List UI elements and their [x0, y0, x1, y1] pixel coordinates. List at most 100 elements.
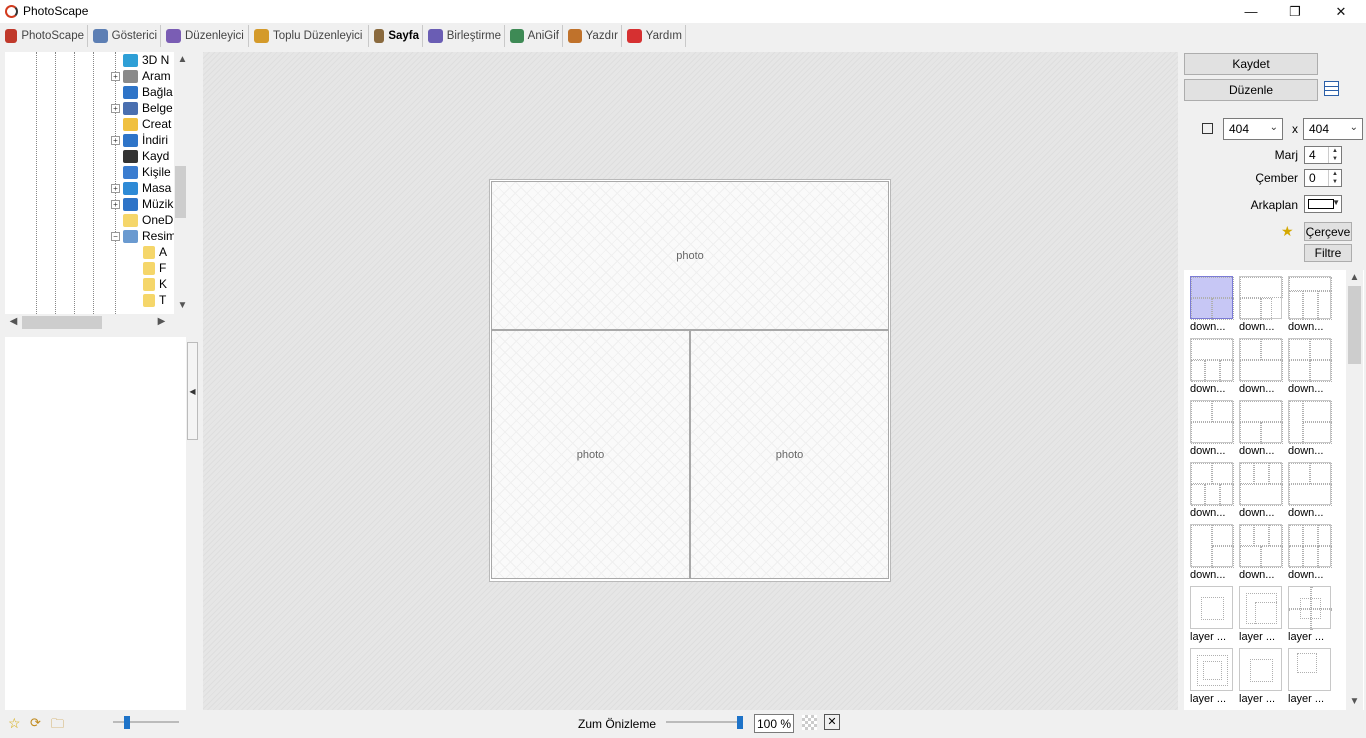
layout-template[interactable]: down...: [1190, 338, 1234, 395]
filter-button[interactable]: Filtre: [1304, 244, 1352, 262]
layout-template[interactable]: layer ...: [1239, 648, 1283, 705]
template-scroll-thumb[interactable]: [1348, 286, 1361, 364]
folder-tree[interactable]: 3D N + Aram Bağla + Belge Creat + İndiri Kayd Kişi…: [5, 52, 186, 314]
chevron-down-icon: ▼: [1332, 198, 1340, 207]
tree-item[interactable]: + Müzik: [111, 196, 175, 212]
layout-template[interactable]: down...: [1190, 524, 1234, 581]
layout-template[interactable]: down...: [1239, 338, 1283, 395]
tree-expander-icon[interactable]: +: [111, 183, 120, 193]
layout-template[interactable]: down...: [1190, 276, 1234, 333]
scroll-up-icon[interactable]: ▲: [174, 54, 186, 65]
minimize-button[interactable]: —: [1228, 0, 1274, 23]
tree-item[interactable]: Creat: [111, 116, 175, 132]
fit-to-window-icon[interactable]: ✕: [824, 714, 840, 730]
collapse-panel-handle[interactable]: ◀: [187, 342, 198, 440]
layout-template-grid[interactable]: down... down... down... down... down... down.…: [1184, 270, 1364, 710]
layout-template[interactable]: layer ...: [1190, 586, 1234, 643]
page-height-combo[interactable]: 404 ⌄: [1303, 118, 1363, 140]
layout-template[interactable]: down...: [1239, 462, 1283, 519]
layout-template[interactable]: down...: [1190, 400, 1234, 457]
spinner-arrows-icon[interactable]: ▲ ▼: [1328, 147, 1341, 163]
tree-item[interactable]: + Belge: [111, 100, 175, 116]
tree-hscroll-thumb[interactable]: [22, 316, 102, 329]
tab-sayfa[interactable]: Sayfa: [371, 25, 423, 47]
layout-template[interactable]: down...: [1288, 462, 1332, 519]
scroll-left-icon[interactable]: ◀: [5, 316, 22, 327]
tree-expander-icon[interactable]: +: [111, 103, 120, 113]
layout-template[interactable]: down...: [1239, 400, 1283, 457]
tree-scroll-thumb[interactable]: [175, 166, 186, 218]
list-view-icon[interactable]: [1324, 81, 1339, 96]
tree-item[interactable]: OneD: [111, 212, 175, 228]
tree-item[interactable]: Bağla: [111, 84, 175, 100]
scroll-up-icon[interactable]: ▲: [1346, 272, 1363, 283]
tab-birleştirme[interactable]: Birleştirme: [425, 25, 505, 47]
layout-template[interactable]: down...: [1190, 462, 1234, 519]
margin-spinner[interactable]: 4 ▲ ▼: [1304, 146, 1342, 164]
tab-yazdır[interactable]: Yazdır: [565, 25, 622, 47]
zoom-slider[interactable]: [666, 716, 743, 729]
star-icon[interactable]: ★: [1281, 223, 1294, 240]
tree-subitem[interactable]: T: [143, 292, 175, 308]
refresh-icon[interactable]: ⟳: [30, 715, 41, 731]
tree-expander-icon[interactable]: +: [111, 135, 120, 145]
photo-cell-bottom-right[interactable]: photo: [690, 330, 889, 579]
photo-cell-top[interactable]: photo: [491, 181, 889, 330]
maximize-button[interactable]: ❐: [1272, 0, 1318, 23]
photo-cell-bottom-left[interactable]: photo: [491, 330, 690, 579]
close-button[interactable]: ✕: [1318, 0, 1364, 23]
layout-template[interactable]: down...: [1288, 524, 1332, 581]
tree-horizontal-scrollbar[interactable]: ◀ ▶: [5, 314, 186, 331]
tab-düzenleyici[interactable]: Düzenleyici: [163, 25, 249, 47]
tree-item[interactable]: + İndiri: [111, 132, 175, 148]
tab-photoscape[interactable]: PhotoScape: [2, 25, 88, 47]
layout-template[interactable]: layer ...: [1288, 648, 1332, 705]
layout-template[interactable]: down...: [1239, 524, 1283, 581]
template-vertical-scrollbar[interactable]: ▲ ▼: [1346, 270, 1363, 710]
tree-expander-icon[interactable]: +: [111, 199, 120, 209]
tree-item[interactable]: − Resim: [111, 228, 175, 244]
layout-template[interactable]: down...: [1288, 400, 1332, 457]
tree-vertical-scrollbar[interactable]: ▲ ▼: [174, 52, 186, 314]
thumbnail-size-slider[interactable]: [113, 716, 179, 729]
tree-item[interactable]: + Masa: [111, 180, 175, 196]
tree-expander-icon[interactable]: −: [111, 231, 120, 241]
tree-subitem[interactable]: K: [143, 276, 175, 292]
file-thumbnail-list[interactable]: [5, 337, 186, 710]
edit-button[interactable]: Düzenle: [1184, 79, 1318, 101]
layout-template[interactable]: layer ...: [1288, 586, 1332, 643]
layout-template[interactable]: layer ...: [1239, 586, 1283, 643]
tree-subitem[interactable]: A: [143, 244, 175, 260]
favorites-star-icon[interactable]: ☆: [8, 715, 21, 732]
tab-gösterici[interactable]: Gösterici: [90, 25, 161, 47]
scroll-down-icon[interactable]: ▼: [174, 300, 186, 311]
save-button[interactable]: Kaydet: [1184, 53, 1318, 75]
tab-yardım[interactable]: Yardım: [624, 25, 686, 47]
tab-toplu-düzenleyici[interactable]: Toplu Düzenleyici: [251, 25, 369, 47]
transparency-grid-icon[interactable]: [802, 715, 817, 730]
layout-template[interactable]: down...: [1288, 338, 1332, 395]
scroll-down-icon[interactable]: ▼: [1346, 696, 1363, 707]
layout-template[interactable]: down...: [1288, 276, 1332, 333]
tab-anigif[interactable]: AniGif: [507, 25, 563, 47]
layout-template[interactable]: layer ...: [1190, 648, 1234, 705]
slider-knob[interactable]: [737, 716, 743, 729]
scroll-right-icon[interactable]: ▶: [153, 316, 170, 327]
tree-subitem[interactable]: F: [143, 260, 175, 276]
slider-knob[interactable]: [124, 716, 130, 729]
template-caption: down...: [1190, 383, 1226, 395]
open-folder-icon[interactable]: 🗀: [51, 715, 64, 737]
page-width-combo[interactable]: 404 ⌄: [1223, 118, 1283, 140]
frame-button[interactable]: Çerçeve: [1304, 222, 1352, 241]
spinner-arrows-icon[interactable]: ▲ ▼: [1328, 170, 1341, 186]
circle-spinner[interactable]: 0 ▲ ▼: [1304, 169, 1342, 187]
zoom-value-field[interactable]: 100 %: [754, 714, 794, 733]
background-color-picker[interactable]: ▼: [1304, 195, 1342, 213]
tree-item[interactable]: + Aram: [111, 68, 175, 84]
layout-template[interactable]: down...: [1239, 276, 1283, 333]
tree-item[interactable]: Kayd: [111, 148, 175, 164]
tree-item[interactable]: 3D N: [111, 52, 175, 68]
tree-expander-icon[interactable]: +: [111, 71, 120, 81]
folder-icon: [123, 133, 138, 147]
tree-item[interactable]: Kişile: [111, 164, 175, 180]
